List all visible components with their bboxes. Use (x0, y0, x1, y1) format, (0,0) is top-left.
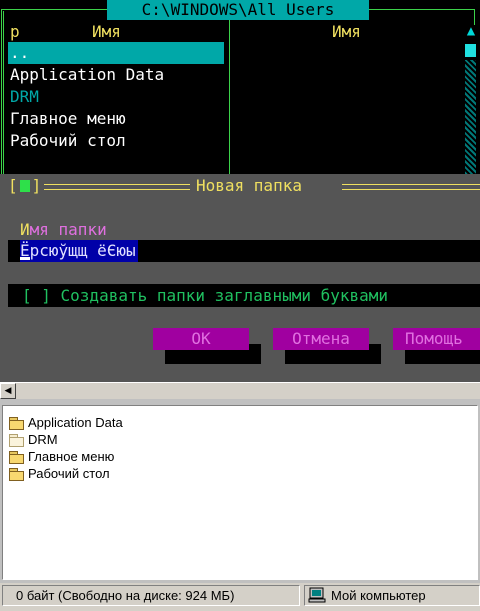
new-folder-dialog: [] Новая папка Имя папки Ёрсюўщщ ёЄюы [ … (0, 174, 480, 382)
status-bar: 0 байт (Свободно на диске: 924 МБ) Мой к… (0, 583, 480, 611)
folder-icon (9, 417, 24, 430)
panel-frame-left-inner (3, 11, 4, 174)
folder-name-label-text: мя папки (29, 220, 107, 239)
list-item-label: Главное меню (28, 449, 115, 464)
folder-name-input[interactable]: Ёрсюўщщ ёЄюы (8, 240, 480, 262)
list-item[interactable]: Главное меню (9, 448, 114, 465)
panel-frame-top-right (369, 9, 475, 10)
close-box-icon (19, 180, 30, 192)
list-item-label: Application Data (28, 415, 123, 430)
file-row-drm[interactable]: DRM (8, 86, 224, 108)
left-column-header-name[interactable]: Имя (92, 21, 121, 43)
dialog-title-rule-left (44, 184, 190, 190)
panel-frame-top-left (1, 9, 107, 10)
cancel-button[interactable]: Отмена (273, 328, 369, 350)
list-item[interactable]: DRM (9, 431, 58, 448)
folder-name-label-hotkey: И (20, 220, 30, 239)
horizontal-scrollbar[interactable]: ◀ (0, 382, 480, 399)
panel-frame-left (1, 9, 2, 174)
panel-scrollbar-thumb[interactable] (465, 44, 476, 57)
panel-scrollbar-track[interactable] (465, 60, 476, 174)
file-row-application-data[interactable]: Application Data (8, 64, 224, 86)
list-item-label: Рабочий стол (28, 466, 110, 481)
uppercase-folders-checkbox[interactable]: [ ] Создавать папки заглавными буквами (8, 284, 480, 307)
list-item[interactable]: Рабочий стол (9, 465, 110, 482)
left-column-prefix: р (10, 22, 20, 41)
explorer-file-list[interactable]: Application Data DRM Главное меню Рабочи… (2, 405, 478, 580)
status-location: Мой компьютер (304, 585, 480, 606)
panel-column-divider (229, 11, 230, 174)
list-item[interactable]: Application Data (9, 414, 123, 431)
right-column-header-name[interactable]: Имя (332, 21, 361, 43)
scroll-up-arrow-icon[interactable]: ▲ (464, 24, 478, 38)
ok-button[interactable]: OK (153, 328, 249, 350)
my-computer-icon (308, 587, 326, 603)
scroll-left-arrow-icon[interactable]: ◀ (0, 383, 16, 399)
list-item-label: DRM (28, 432, 58, 447)
close-bracket-right: ] (31, 176, 42, 195)
folder-name-value[interactable]: Ёрсюўщщ ёЄюы (20, 240, 138, 262)
file-row-desktop[interactable]: Рабочий стол (8, 130, 224, 152)
folder-icon (9, 468, 24, 481)
file-row-main-menu[interactable]: Главное меню (8, 108, 224, 130)
dialog-close-button[interactable]: [] (8, 176, 41, 196)
status-location-text: Мой компьютер (331, 588, 426, 603)
status-size-text: 0 байт (Свободно на диске: 924 МБ) (2, 585, 300, 606)
help-button[interactable]: Помощь (393, 328, 480, 350)
folder-name-label: Имя папки (20, 219, 107, 241)
text-cursor (20, 257, 30, 260)
dialog-title-rule-right (342, 184, 480, 190)
folder-icon (9, 451, 24, 464)
close-bracket-left: [ (8, 176, 18, 195)
file-row-parent[interactable]: .. (8, 42, 224, 64)
panel-path-title: C:\WINDOWS\All Users (107, 0, 369, 20)
folder-icon (9, 434, 24, 447)
file-panels: C:\WINDOWS\All Users р Имя Имя .. Applic… (0, 0, 480, 174)
dialog-title: Новая папка (196, 176, 302, 195)
